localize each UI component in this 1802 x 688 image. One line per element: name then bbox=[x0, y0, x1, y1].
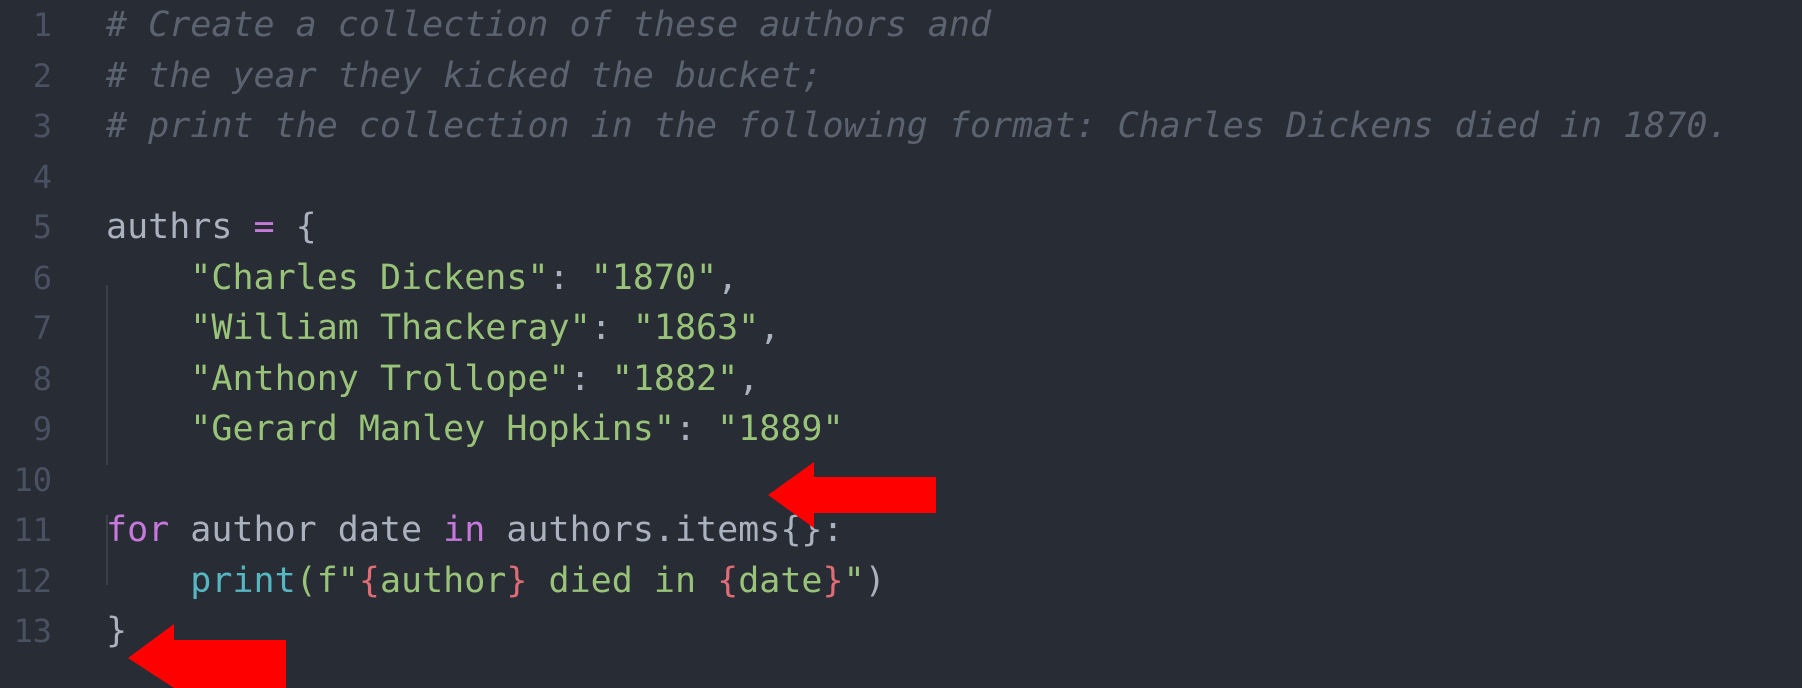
code-token: { bbox=[358, 560, 380, 601]
code-token: , bbox=[717, 257, 739, 298]
code-token: "Charles Dickens" bbox=[190, 257, 549, 298]
code-token: " bbox=[843, 560, 865, 601]
line-number: 10 bbox=[13, 460, 52, 499]
code-token: "Anthony Trollope" bbox=[190, 358, 570, 399]
code-token: "1870" bbox=[590, 257, 718, 298]
code-token: : bbox=[674, 409, 718, 449]
line-number: 1 bbox=[32, 6, 52, 44]
code-token: : bbox=[569, 358, 612, 399]
code-text[interactable]: authrs = { bbox=[106, 199, 317, 255]
code-text[interactable]: "Anthony Trollope": "1882", bbox=[106, 351, 759, 407]
code-line[interactable]: 9 "Gerard Manley Hopkins": "1889" bbox=[0, 401, 1802, 457]
code-token: date bbox=[738, 560, 823, 601]
code-token: , bbox=[738, 358, 760, 399]
code-line[interactable]: 4 bbox=[0, 149, 1802, 205]
code-token: } bbox=[106, 611, 128, 651]
code-token: : bbox=[590, 308, 633, 348]
code-token: "1863" bbox=[632, 308, 760, 348]
code-line[interactable]: 6 "Charles Dickens": "1870", bbox=[0, 250, 1802, 306]
line-number: 5 bbox=[32, 208, 52, 246]
code-token: : bbox=[548, 257, 591, 298]
code-text[interactable]: "William Thackeray": "1863", bbox=[106, 300, 780, 356]
code-token: author bbox=[379, 560, 507, 601]
code-line[interactable]: 2 # the year they kicked the bucket; bbox=[0, 48, 1802, 104]
code-token: print bbox=[190, 560, 296, 601]
code-line[interactable]: 1 # Create a collection of these authors … bbox=[0, 0, 1802, 53]
code-line[interactable]: 5 authrs = { bbox=[0, 199, 1802, 255]
code-token: } bbox=[822, 560, 844, 601]
code-token: # Create a collection of these authors a… bbox=[106, 5, 992, 45]
code-token: , bbox=[759, 308, 781, 348]
left-arrow-icon bbox=[128, 624, 286, 688]
code-token: "Gerard Manley Hopkins" bbox=[190, 409, 675, 449]
code-token: authrs bbox=[106, 207, 254, 247]
code-token: (f" bbox=[295, 560, 359, 601]
code-token: { bbox=[274, 207, 317, 247]
line-number: 13 bbox=[13, 612, 52, 650]
code-text[interactable]: # Create a collection of these authors a… bbox=[106, 0, 991, 53]
code-line[interactable]: 8 "Anthony Trollope": "1882", bbox=[0, 351, 1802, 407]
code-token: # the year they kicked the bucket; bbox=[106, 55, 823, 96]
code-line[interactable]: 3 # print the collection in the following… bbox=[0, 98, 1802, 154]
code-token: in bbox=[443, 510, 486, 550]
code-token: # print the collection in the following … bbox=[106, 106, 1729, 146]
code-text[interactable]: print(f"{author} died in {date}") bbox=[106, 553, 886, 609]
code-token: "William Thackeray" bbox=[190, 308, 591, 348]
code-token: "1882" bbox=[611, 358, 739, 399]
line-number: 11 bbox=[13, 511, 52, 549]
code-text[interactable]: # print the collection in the following … bbox=[106, 98, 1729, 154]
code-token: for bbox=[106, 510, 170, 550]
code-line[interactable]: 7 "William Thackeray": "1863", bbox=[0, 300, 1802, 356]
code-token: died in bbox=[527, 560, 718, 601]
code-text[interactable]: } bbox=[106, 603, 127, 659]
line-number: 8 bbox=[32, 359, 52, 398]
code-text[interactable]: "Gerard Manley Hopkins": "1889" bbox=[106, 401, 844, 457]
code-token: ) bbox=[864, 560, 886, 601]
line-number: 7 bbox=[32, 309, 52, 347]
line-number: 12 bbox=[13, 561, 52, 600]
line-number: 2 bbox=[32, 56, 52, 95]
code-line[interactable]: 12 print(f"{author} died in {date}") bbox=[0, 553, 1802, 609]
code-token: author date bbox=[169, 510, 444, 550]
line-number: 3 bbox=[32, 107, 52, 145]
code-text[interactable]: "Charles Dickens": "1870", bbox=[106, 250, 738, 306]
code-token: "1889" bbox=[717, 409, 844, 449]
code-token: = bbox=[253, 207, 275, 247]
code-text[interactable]: for author date in authors.items{}: bbox=[106, 502, 844, 558]
code-token: { bbox=[717, 560, 739, 601]
code-text[interactable]: # the year they kicked the bucket; bbox=[106, 48, 822, 104]
code-token: } bbox=[506, 560, 528, 601]
left-arrow-icon bbox=[768, 462, 936, 528]
code-editor[interactable]: 1 # Create a collection of these authors … bbox=[0, 0, 1802, 688]
line-number: 6 bbox=[32, 258, 52, 297]
line-number: 4 bbox=[32, 157, 52, 196]
line-number: 9 bbox=[32, 410, 52, 448]
